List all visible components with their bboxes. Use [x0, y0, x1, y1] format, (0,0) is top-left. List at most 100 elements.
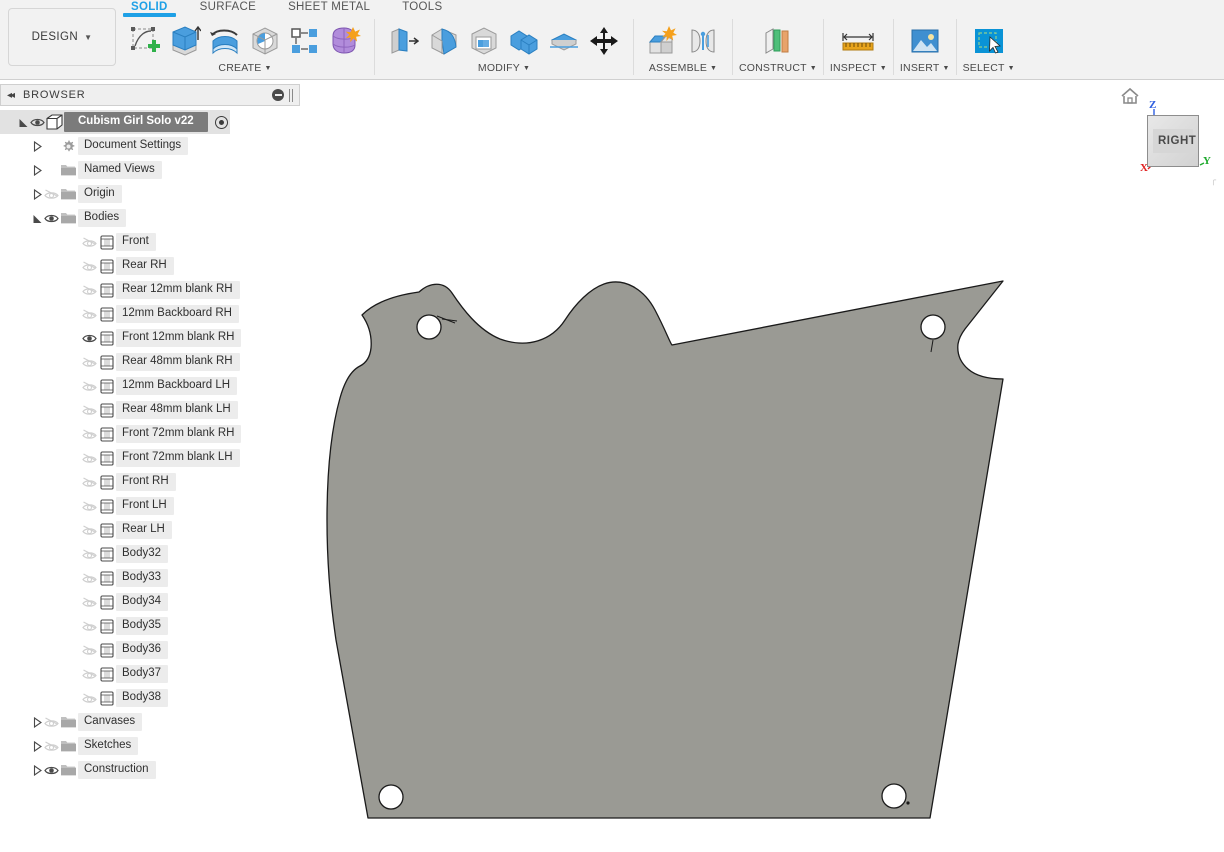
eye-hidden-icon[interactable] — [81, 596, 97, 608]
tree-item-canvases[interactable]: Canvases — [0, 710, 300, 734]
tree-item-bodies[interactable]: Bodies — [0, 206, 300, 230]
tree-item-body38[interactable]: Body38 — [0, 686, 300, 710]
tree-item-origin[interactable]: Origin — [0, 182, 300, 206]
press-pull-icon[interactable] — [384, 19, 424, 63]
new-component-icon[interactable] — [643, 19, 683, 63]
tree-item-body34[interactable]: Body34 — [0, 590, 300, 614]
collapse-left-icon[interactable]: ◂◂ — [7, 90, 15, 101]
eye-hidden-icon[interactable] — [43, 740, 59, 752]
tree-item-body-rear-48mm-blank-lh[interactable]: Rear 48mm blank LH — [0, 398, 300, 422]
tab-sheet-metal[interactable]: SHEET METAL — [272, 0, 386, 13]
revolve-icon[interactable] — [205, 19, 245, 63]
hole-bottom-left[interactable] — [378, 784, 404, 810]
group-label-create[interactable]: CREATE ▼ — [218, 62, 271, 74]
combine-icon[interactable] — [504, 19, 544, 63]
workspace-switcher-button[interactable]: DESIGN ▼ — [8, 8, 116, 66]
viewport-canvas[interactable]: Z Y X RIGHT ╭ — [301, 81, 1224, 852]
offset-plane-icon[interactable] — [758, 19, 798, 63]
eye-hidden-icon[interactable] — [81, 260, 97, 272]
tree-item-body-front-72mm-blank-rh[interactable]: Front 72mm blank RH — [0, 422, 300, 446]
tree-item-body-front[interactable]: Front — [0, 230, 300, 254]
eye-hidden-icon[interactable] — [81, 356, 97, 368]
tree-item-body-front-72mm-blank-lh[interactable]: Front 72mm blank LH — [0, 446, 300, 470]
eye-visible-icon[interactable] — [29, 117, 45, 128]
create-form-icon[interactable] — [325, 19, 365, 63]
tree-item-body-rear-lh[interactable]: Rear LH — [0, 518, 300, 542]
tree-item-body-rear-rh[interactable]: Rear RH — [0, 254, 300, 278]
tree-item-body-front-rh[interactable]: Front RH — [0, 470, 300, 494]
hole-top-right[interactable] — [920, 314, 946, 340]
eye-hidden-icon[interactable] — [81, 644, 97, 656]
eye-hidden-icon[interactable] — [81, 428, 97, 440]
eye-hidden-icon[interactable] — [81, 524, 97, 536]
chevron-right-icon[interactable] — [32, 164, 43, 176]
eye-hidden-icon[interactable] — [81, 692, 97, 704]
tree-item-body35[interactable]: Body35 — [0, 614, 300, 638]
tab-tools[interactable]: TOOLS — [386, 0, 458, 13]
group-label-insert[interactable]: INSERT ▼ — [900, 62, 950, 74]
tree-item-body-front-lh[interactable]: Front LH — [0, 494, 300, 518]
insert-image-icon[interactable] — [905, 19, 945, 63]
drag-grip-icon[interactable] — [289, 88, 295, 102]
eye-hidden-icon[interactable] — [81, 668, 97, 680]
chevron-right-icon[interactable] — [32, 764, 43, 776]
eye-hidden-icon[interactable] — [43, 716, 59, 728]
chevron-right-icon[interactable] — [32, 716, 43, 728]
eye-hidden-icon[interactable] — [81, 620, 97, 632]
tree-item-body32[interactable]: Body32 — [0, 542, 300, 566]
tree-item-construction[interactable]: Construction — [0, 758, 300, 782]
eye-hidden-icon[interactable] — [81, 500, 97, 512]
tab-solid[interactable]: SOLID — [115, 0, 184, 17]
group-label-construct[interactable]: CONSTRUCT ▼ — [739, 62, 817, 74]
tree-item-sketches[interactable]: Sketches — [0, 734, 300, 758]
tree-item-body-12mm-backboard-rh[interactable]: 12mm Backboard RH — [0, 302, 300, 326]
group-label-assemble[interactable]: ASSEMBLE ▼ — [649, 62, 717, 74]
sweep-icon[interactable] — [245, 19, 285, 63]
tree-item-body33[interactable]: Body33 — [0, 566, 300, 590]
eye-hidden-icon[interactable] — [81, 476, 97, 488]
group-label-inspect[interactable]: INSPECT ▼ — [830, 62, 887, 74]
eye-hidden-icon[interactable] — [81, 452, 97, 464]
measure-ruler-icon[interactable] — [838, 19, 878, 63]
chevron-right-icon[interactable] — [32, 188, 43, 200]
move-copy-icon[interactable] — [584, 19, 624, 63]
eye-hidden-icon[interactable] — [81, 404, 97, 416]
chevron-right-icon[interactable] — [32, 740, 43, 752]
rectangular-pattern-icon[interactable] — [285, 19, 325, 63]
eye-visible-icon[interactable] — [43, 765, 59, 776]
extrude-icon[interactable] — [165, 19, 205, 63]
eye-hidden-icon[interactable] — [81, 548, 97, 560]
eye-hidden-icon[interactable] — [81, 236, 97, 248]
hole-top-left[interactable] — [416, 314, 442, 340]
shell-icon[interactable] — [464, 19, 504, 63]
viewcube-face-right[interactable]: RIGHT — [1147, 115, 1199, 167]
eye-hidden-icon[interactable] — [81, 284, 97, 296]
chevron-down-icon[interactable] — [18, 117, 29, 128]
tree-item-body36[interactable]: Body36 — [0, 638, 300, 662]
split-face-icon[interactable] — [544, 19, 584, 63]
eye-visible-icon[interactable] — [81, 333, 97, 344]
tree-item-body-rear-48mm-blank-rh[interactable]: Rear 48mm blank RH — [0, 350, 300, 374]
tree-item-body-front-12mm-blank-rh[interactable]: Front 12mm blank RH — [0, 326, 300, 350]
chevron-down-icon[interactable] — [32, 213, 43, 224]
tab-surface[interactable]: SURFACE — [184, 0, 272, 13]
tree-item-root[interactable]: Cubism Girl Solo v22 — [0, 110, 230, 134]
activate-component-radio[interactable] — [214, 115, 228, 129]
eye-hidden-icon[interactable] — [81, 572, 97, 584]
new-sketch-icon[interactable] — [125, 19, 165, 63]
tree-item-body37[interactable]: Body37 — [0, 662, 300, 686]
chevron-right-icon[interactable] — [32, 140, 43, 152]
view-cube[interactable]: Z Y X RIGHT ╭ — [1104, 83, 1216, 193]
group-label-modify[interactable]: MODIFY ▼ — [478, 62, 530, 74]
tree-item-document-settings[interactable]: Document Settings — [0, 134, 300, 158]
eye-hidden-icon[interactable] — [81, 380, 97, 392]
group-label-select[interactable]: SELECT ▼ — [963, 62, 1015, 74]
tree-item-body-12mm-backboard-lh[interactable]: 12mm Backboard LH — [0, 374, 300, 398]
model-body-graphic[interactable] — [301, 81, 1224, 852]
joint-icon[interactable] — [683, 19, 723, 63]
eye-hidden-icon[interactable] — [43, 188, 59, 200]
eye-hidden-icon[interactable] — [81, 308, 97, 320]
fillet-icon[interactable] — [424, 19, 464, 63]
eye-visible-icon[interactable] — [43, 213, 59, 224]
hole-bottom-right[interactable] — [881, 783, 907, 809]
